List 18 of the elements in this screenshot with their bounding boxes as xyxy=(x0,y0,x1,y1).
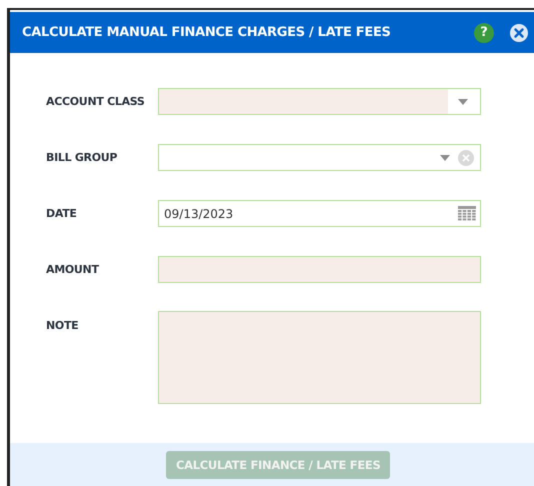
caret-icon xyxy=(440,154,450,160)
date-value: 09/13/2023 xyxy=(163,206,234,220)
close-icon[interactable] xyxy=(510,24,528,42)
caret-icon xyxy=(458,98,468,104)
clear-icon[interactable] xyxy=(458,150,474,166)
amount-field[interactable] xyxy=(158,256,481,283)
dialog-title: CALCULATE MANUAL FINANCE CHARGES / LATE FEES xyxy=(22,25,392,40)
note-field[interactable] xyxy=(158,311,481,404)
field-label: NOTE xyxy=(46,318,80,332)
field-label: DATE xyxy=(46,207,78,220)
field-label: ACCOUNT CLASS xyxy=(46,95,146,108)
calendar-icon[interactable] xyxy=(458,206,476,221)
dropdown-field[interactable] xyxy=(158,88,481,115)
date-field[interactable]: 09/13/2023 xyxy=(158,200,481,227)
field-label: BILL GROUP xyxy=(46,151,118,164)
field-label: AMOUNT xyxy=(46,263,100,276)
dropdown-field[interactable] xyxy=(158,144,481,171)
help-button[interactable]: ? xyxy=(474,22,494,42)
